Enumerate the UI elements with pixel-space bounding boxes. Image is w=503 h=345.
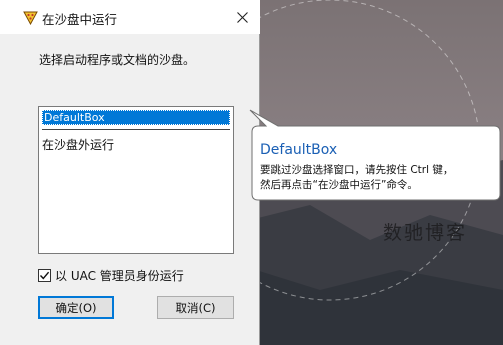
sandbox-listbox[interactable]: DefaultBox 在沙盘外运行 [38, 106, 234, 254]
sandbox-app-icon [23, 11, 38, 25]
ok-button[interactable]: 确定(O) [38, 296, 114, 319]
checkmark-icon [39, 271, 50, 279]
uac-admin-checkbox-row[interactable]: 以 UAC 管理员身份运行 [38, 267, 184, 283]
tooltip-line-2: 然后再点击“在沙盘中运行”命令。 [260, 179, 418, 191]
close-icon [236, 11, 248, 23]
list-item-defaultbox[interactable]: DefaultBox [42, 110, 230, 125]
tooltip-line-1: 要跳过沙盘选择窗口，请先按住 Ctrl 键， [260, 164, 454, 176]
tooltip-title: DefaultBox [260, 142, 338, 158]
window-title: 在沙盘中运行 [42, 12, 118, 27]
uac-admin-label: 以 UAC 管理员身份运行 [55, 268, 184, 283]
uac-admin-checkbox[interactable] [38, 268, 51, 282]
prompt-label: 选择启动程序或文档的沙盘。 [39, 53, 196, 67]
title-bar: 在沙盘中运行 [0, 0, 260, 34]
watermark-text: 数驰博客 [383, 222, 468, 244]
tooltip-body: 要跳过沙盘选择窗口，请先按住 Ctrl 键， 然后再点击“在沙盘中运行”命令。 [260, 163, 500, 193]
close-button[interactable] [228, 4, 256, 30]
cancel-button[interactable]: 取消(C) [157, 296, 234, 319]
list-divider [42, 129, 230, 130]
run-sandboxed-dialog: 在沙盘中运行 选择启动程序或文档的沙盘。 DefaultBox 在沙盘外运行 以… [0, 0, 260, 345]
list-item-run-outside[interactable]: 在沙盘外运行 [42, 136, 114, 153]
